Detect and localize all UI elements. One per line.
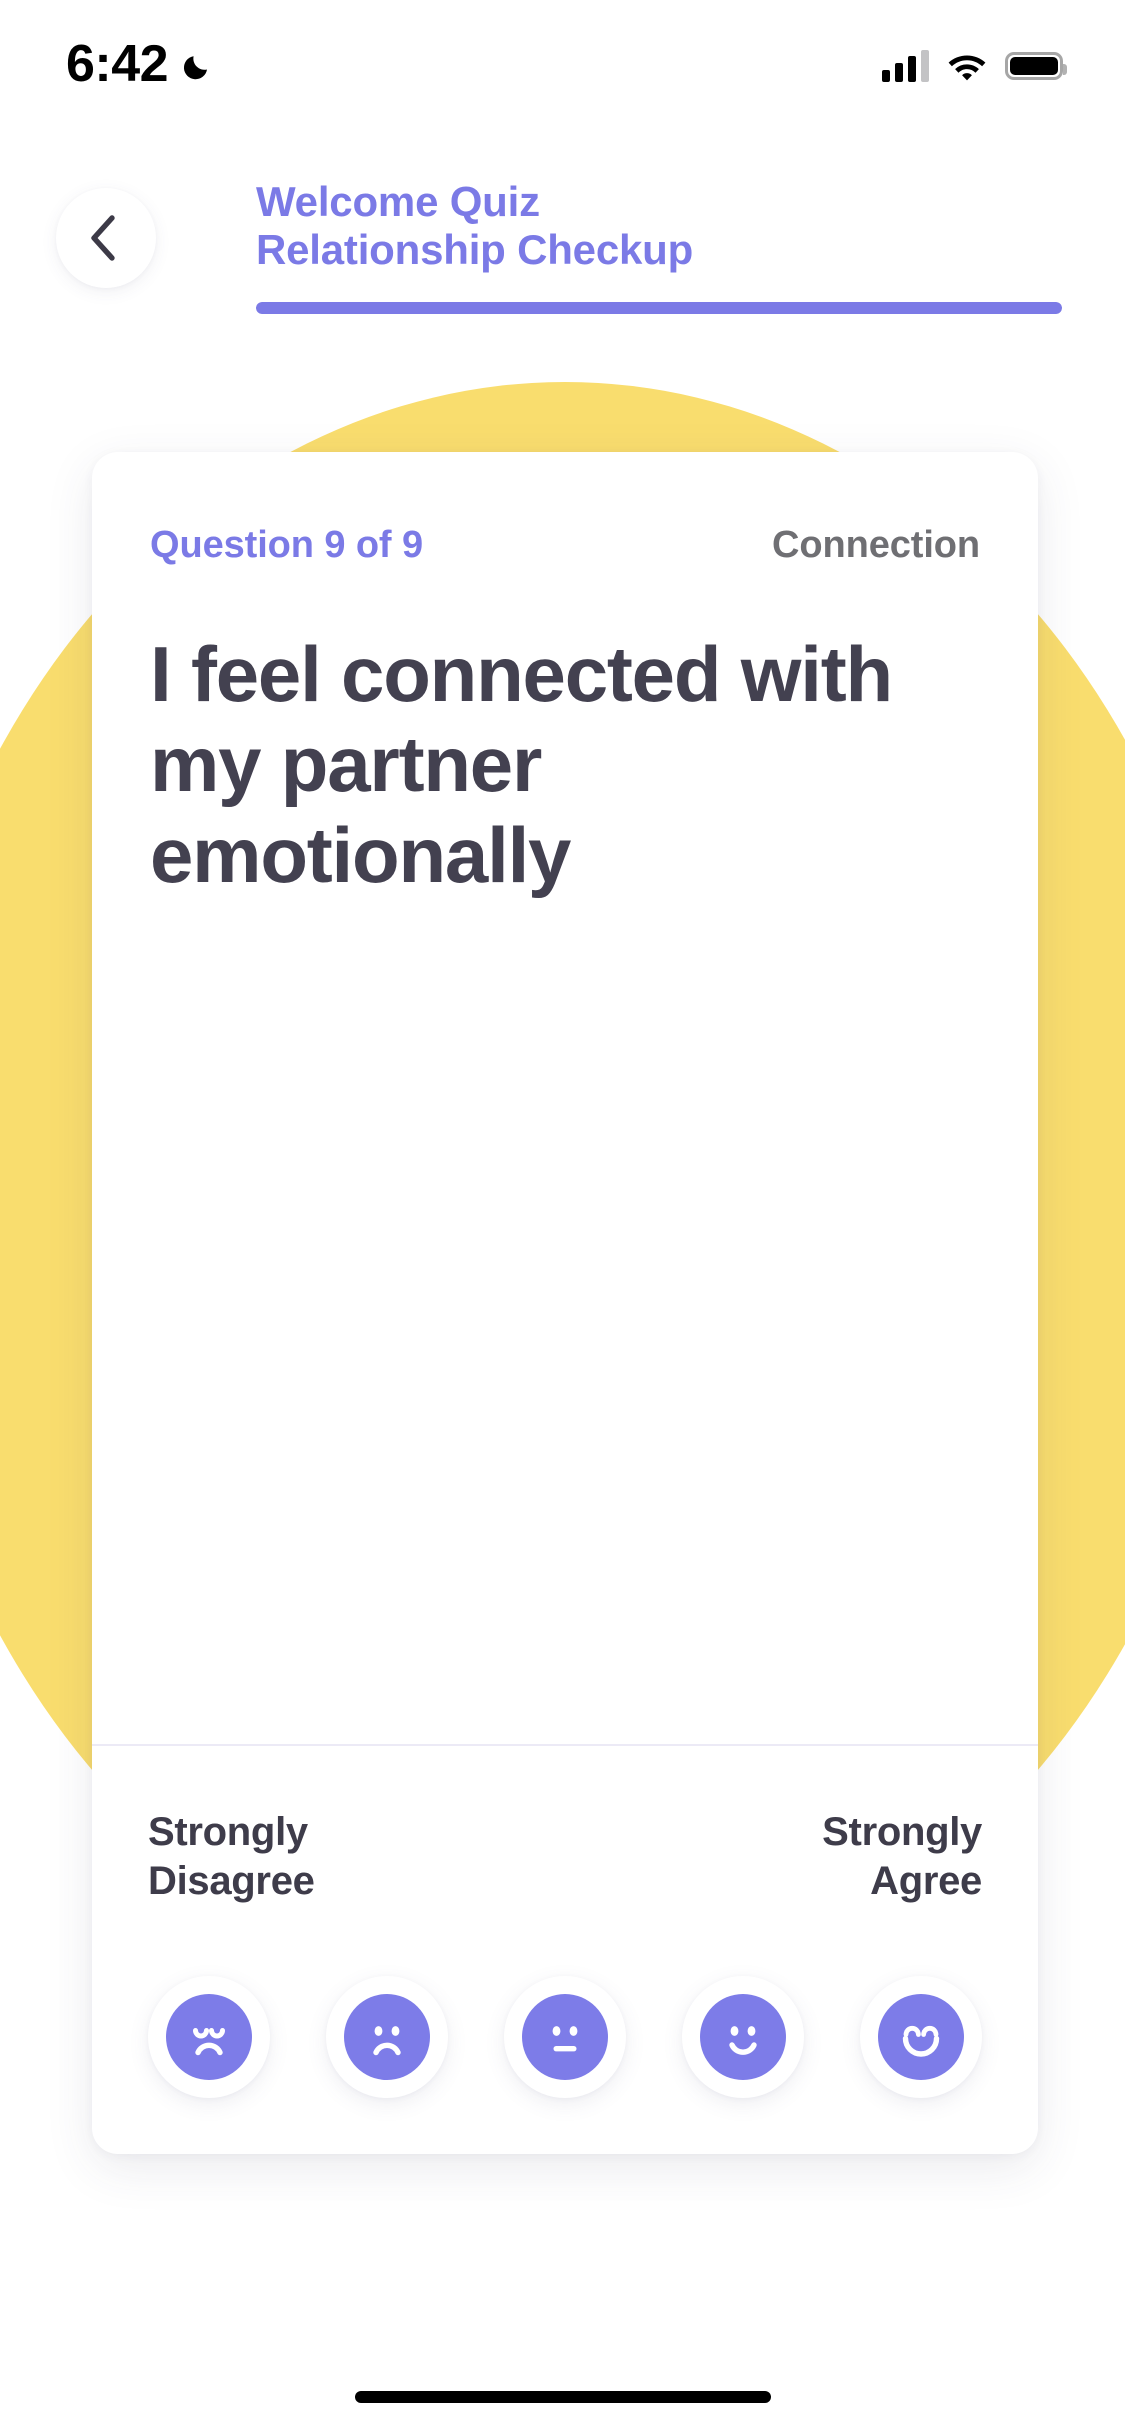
wifi-icon	[946, 50, 988, 82]
face-happy-icon	[700, 1994, 786, 2080]
header-title-group: Welcome Quiz Relationship Checkup	[256, 178, 1062, 274]
moon-icon	[181, 48, 215, 82]
status-bar-time: 6:42	[66, 35, 169, 93]
answer-section: Strongly Disagree Strongly Agree	[92, 1744, 1038, 2154]
status-bar: 6:42	[0, 0, 1125, 132]
face-very-sad-icon	[166, 1994, 252, 2080]
quiz-subtitle: Relationship Checkup	[256, 225, 694, 273]
rating-option-1[interactable]	[148, 1976, 270, 2098]
back-button[interactable]	[56, 188, 156, 288]
question-meta-row: Question 9 of 9 Connection	[150, 524, 980, 567]
scale-labels: Strongly Disagree Strongly Agree	[148, 1808, 982, 1906]
question-counter: Question 9 of 9	[150, 524, 423, 566]
rating-option-2[interactable]	[326, 1976, 448, 2098]
chevron-left-icon	[91, 215, 115, 261]
rating-option-4[interactable]	[682, 1976, 804, 2098]
scale-label-left: Strongly Disagree	[148, 1810, 315, 1904]
home-indicator	[354, 2391, 771, 2403]
face-neutral-icon	[522, 1994, 608, 2080]
status-bar-left: 6:42	[66, 38, 215, 90]
question-category: Connection	[772, 524, 980, 566]
battery-icon	[1005, 52, 1067, 80]
rating-options	[148, 1976, 982, 2098]
quiz-title: Welcome Quiz	[256, 178, 540, 225]
question-card-body: Question 9 of 9 Connection I feel connec…	[92, 452, 1038, 1744]
face-very-happy-icon	[878, 1994, 964, 2080]
page-header: Welcome Quiz Relationship Checkup	[0, 178, 1125, 328]
rating-option-5[interactable]	[860, 1976, 982, 2098]
rating-option-3[interactable]	[504, 1976, 626, 2098]
cellular-signal-icon	[882, 50, 929, 82]
status-bar-right	[882, 50, 1067, 82]
scale-label-right: Strongly Agree	[822, 1810, 982, 1904]
face-sad-icon	[344, 1994, 430, 2080]
question-text: I feel connected with my partner emotion…	[150, 630, 893, 899]
question-card: Question 9 of 9 Connection I feel connec…	[92, 452, 1038, 2154]
